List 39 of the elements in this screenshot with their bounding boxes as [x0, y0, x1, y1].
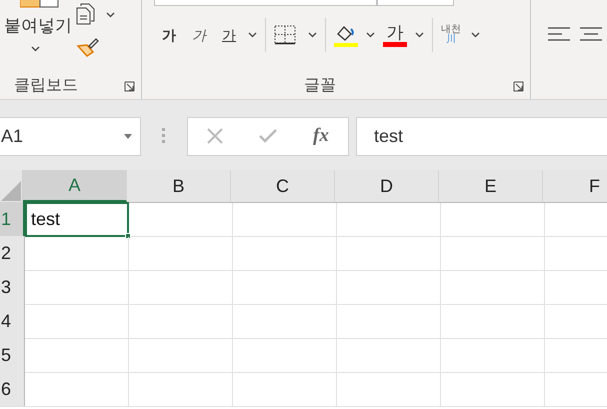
font-name-field[interactable]	[154, 0, 377, 6]
dialog-launcher-icon[interactable]	[513, 80, 524, 92]
caret-icon[interactable]	[308, 32, 317, 38]
font-size-field[interactable]	[377, 0, 454, 6]
group-label: 글꼴	[304, 76, 337, 96]
row-header[interactable]: 6	[0, 372, 25, 406]
borders-icon[interactable]	[274, 25, 296, 45]
font-color-button[interactable]: 가	[383, 24, 407, 46]
group-label: 클립보드	[14, 76, 79, 96]
row-header[interactable]: 3	[0, 270, 25, 304]
underline-button[interactable]: 가	[222, 24, 236, 46]
caret-icon[interactable]	[106, 12, 115, 18]
cell[interactable]: test	[25, 202, 129, 237]
dialog-launcher-icon[interactable]	[124, 80, 135, 92]
italic-button[interactable]: 가	[192, 24, 206, 46]
paste-label[interactable]: 붙여넣기	[4, 17, 72, 34]
caret-icon[interactable]	[471, 32, 480, 38]
row-header[interactable]: 5	[0, 338, 25, 372]
name-box[interactable]: A1	[0, 116, 141, 156]
column-header[interactable]: A	[23, 170, 127, 202]
caret-icon[interactable]	[366, 32, 375, 38]
insert-function-button[interactable]: fx	[313, 122, 329, 150]
row-header[interactable]: 2	[0, 236, 25, 270]
formula-input-field[interactable]: test	[356, 116, 607, 156]
caret-icon[interactable]	[30, 46, 40, 52]
caret-icon[interactable]	[415, 32, 424, 38]
column-header[interactable]: B	[127, 170, 231, 202]
paintbrush-icon[interactable]	[76, 37, 100, 57]
phonetic-guide-button[interactable]: 내천 川	[441, 25, 461, 45]
bold-button[interactable]: 가	[162, 24, 176, 46]
column-header[interactable]: E	[439, 170, 543, 202]
row-header[interactable]: 1	[0, 202, 25, 236]
column-header[interactable]: F	[543, 170, 607, 202]
checkmark-icon[interactable]	[259, 129, 277, 143]
caret-icon[interactable]	[248, 32, 257, 38]
grip-icon	[162, 128, 165, 144]
column-header[interactable]: D	[335, 170, 439, 202]
column-header[interactable]: C	[231, 170, 335, 202]
row-header[interactable]: 4	[0, 304, 25, 338]
